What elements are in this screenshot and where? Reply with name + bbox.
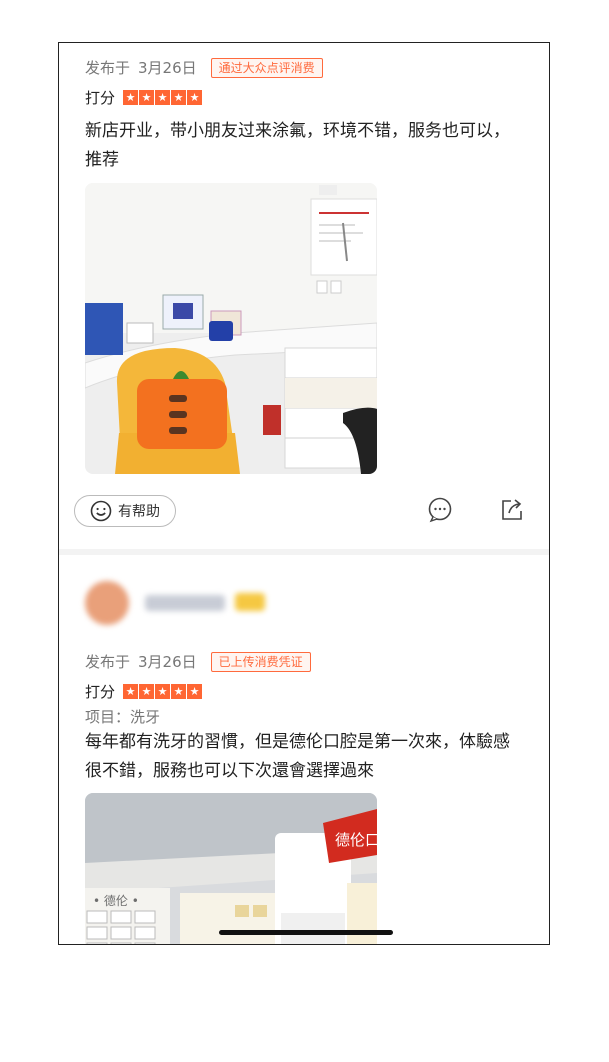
review-meta: 发布于 3月26日 通过大众点评消费: [85, 57, 323, 78]
share-button[interactable]: [499, 499, 525, 525]
star-icon: ★: [187, 684, 203, 699]
service-item: 项目：洗牙: [85, 708, 161, 726]
voucher-badge: 已上传消费凭证: [210, 651, 311, 672]
star-icon: ★: [155, 90, 171, 105]
wall-text: • 德伦 •: [93, 893, 139, 908]
published-prefix: 发布于: [85, 653, 131, 671]
review-text: 新店开业，带小朋友过来涂氟，环境不错，服务也可以，推荐: [85, 121, 510, 170]
reviewer-name: [145, 595, 225, 611]
rating-row: 打分 ★ ★ ★ ★ ★: [85, 87, 203, 108]
star-icon: ★: [171, 90, 187, 105]
comment-button[interactable]: [427, 497, 453, 527]
star-icon: ★: [139, 90, 155, 105]
section-divider: [59, 549, 549, 555]
star-rating: ★ ★ ★ ★ ★: [123, 90, 203, 105]
star-icon: ★: [171, 684, 187, 699]
star-icon: ★: [139, 684, 155, 699]
clinic-desk-photo: [85, 183, 377, 474]
consumption-badge: 通过大众点评消费: [210, 57, 323, 78]
published-prefix: 发布于: [85, 59, 131, 77]
avatar: [85, 581, 129, 625]
star-icon: ★: [123, 90, 139, 105]
rating-row: 打分 ★ ★ ★ ★ ★: [85, 681, 203, 702]
review-date: 3月26日: [138, 653, 197, 671]
star-icon: ★: [123, 684, 139, 699]
helpful-button[interactable]: 有帮助: [74, 495, 176, 527]
level-badge-icon: [235, 593, 265, 611]
review-photo[interactable]: [85, 183, 377, 474]
star-rating: ★ ★ ★ ★ ★: [123, 684, 203, 699]
helpful-label: 有帮助: [118, 504, 160, 520]
rating-label: 打分: [85, 683, 116, 701]
review-feed: 发布于 3月26日 通过大众点评消费 打分 ★ ★ ★ ★ ★ 新店开业，带小朋…: [58, 42, 550, 945]
share-icon: [499, 497, 525, 527]
clinic-lobby-photo: 德伦口 • 德伦 •: [85, 793, 377, 944]
reviewer-header[interactable]: [85, 577, 325, 627]
rating-label: 打分: [85, 89, 116, 107]
review-date: 3月26日: [138, 59, 197, 77]
review-text: 每年都有洗牙的習慣，但是德伦口腔是第一次來，体驗感很不錯，服務也可以下次還會選擇…: [85, 732, 510, 781]
home-indicator[interactable]: [219, 930, 393, 935]
smile-icon: [90, 500, 112, 522]
review-photo[interactable]: 德伦口 • 德伦 •: [85, 793, 377, 944]
banner-text: 德伦口: [335, 831, 377, 849]
comment-bubble-icon: [427, 497, 453, 527]
star-icon: ★: [187, 90, 203, 105]
review-meta: 发布于 3月26日 已上传消费凭证: [85, 651, 311, 672]
star-icon: ★: [155, 684, 171, 699]
